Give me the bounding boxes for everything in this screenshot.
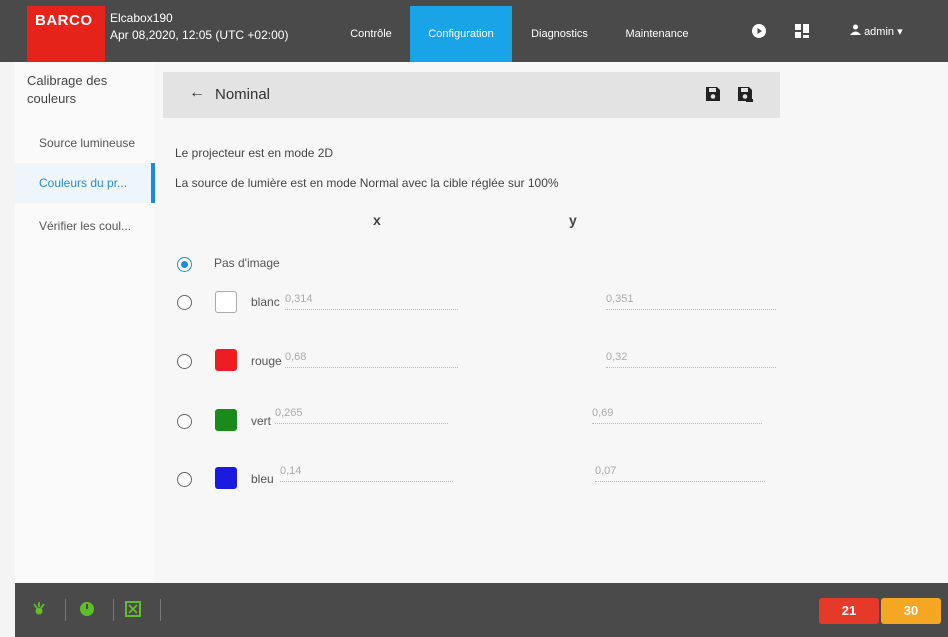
- column-header-x: x: [373, 212, 381, 228]
- chevron-down-icon: ▾: [897, 26, 903, 38]
- column-header-y: y: [569, 212, 577, 228]
- y-field-vert[interactable]: 0,69: [592, 404, 762, 424]
- user-icon: [850, 24, 864, 38]
- tab-maintenance[interactable]: Maintenance: [607, 6, 707, 62]
- save-as-icon[interactable]: [737, 86, 753, 102]
- radio-blanc[interactable]: [177, 295, 192, 310]
- barco-logo: BARCO: [27, 6, 105, 62]
- radio-vert[interactable]: [177, 414, 192, 429]
- radio-bleu[interactable]: [177, 472, 192, 487]
- x-field-rouge[interactable]: 0,68: [285, 348, 458, 368]
- color-swatch-bleu: [215, 467, 237, 489]
- no-image-label: Pas d'image: [214, 256, 280, 270]
- error-count-badge[interactable]: 21: [819, 598, 879, 624]
- sidebar-item-couleurs-du-projecteur[interactable]: Couleurs du pr...: [15, 163, 155, 203]
- tab-controle[interactable]: Contrôle: [332, 6, 410, 62]
- sidebar-item-verifier-les-couleurs[interactable]: Vérifier les coul...: [15, 206, 155, 246]
- light-source-info: La source de lumière est en mode Normal …: [175, 176, 559, 190]
- bottom-status-bar: 21 30: [15, 583, 948, 637]
- save-icon[interactable]: [705, 86, 721, 102]
- color-label-bleu: bleu: [251, 472, 274, 486]
- color-swatch-vert: [215, 409, 237, 431]
- color-label-blanc: blanc: [251, 295, 280, 309]
- light-source-status-icon[interactable]: [31, 601, 47, 617]
- projector-mode-info: Le projecteur est en mode 2D: [175, 146, 334, 160]
- y-field-bleu[interactable]: 0,07: [595, 462, 765, 482]
- sidebar-heading: Calibrage des couleurs: [27, 73, 108, 106]
- sidebar: Calibrage des couleurs Source lumineuse …: [15, 62, 155, 583]
- y-field-blanc[interactable]: 0,351: [606, 290, 776, 310]
- page-title: Nominal: [215, 86, 271, 103]
- layout-grid-icon[interactable]: [795, 24, 809, 40]
- x-field-vert[interactable]: 0,265: [275, 404, 448, 424]
- play-icon[interactable]: [752, 24, 766, 40]
- separator: [160, 599, 161, 621]
- radio-rouge[interactable]: [177, 354, 192, 369]
- device-name: Elcabox190: [110, 11, 173, 25]
- color-swatch-rouge: [215, 349, 237, 371]
- separator: [113, 599, 114, 621]
- main-content: ← Nominal Le projecteur est en mode 2D L…: [155, 62, 948, 583]
- system-status-icon[interactable]: [125, 601, 141, 617]
- user-menu[interactable]: admin ▾: [850, 24, 903, 39]
- separator: [65, 599, 66, 621]
- content-header: ← Nominal: [163, 72, 780, 118]
- warning-count-badge[interactable]: 30: [881, 598, 941, 624]
- x-field-bleu[interactable]: 0,14: [280, 462, 453, 482]
- color-label-rouge: rouge: [251, 354, 282, 368]
- color-label-vert: vert: [251, 414, 272, 428]
- y-field-rouge[interactable]: 0,32: [606, 348, 776, 368]
- power-status-icon[interactable]: [79, 601, 95, 617]
- x-field-blanc[interactable]: 0,314: [285, 290, 458, 310]
- tab-diagnostics[interactable]: Diagnostics: [512, 6, 607, 62]
- color-swatch-blanc: [215, 291, 237, 313]
- device-datetime: Apr 08,2020, 12:05 (UTC +02:00): [110, 28, 289, 42]
- back-arrow-icon[interactable]: ←: [189, 84, 205, 102]
- radio-no-image[interactable]: [177, 257, 192, 272]
- device-info: Elcabox190 Apr 08,2020, 12:05 (UTC +02:0…: [110, 10, 288, 44]
- user-name: admin: [864, 26, 895, 38]
- sidebar-item-source-lumineuse[interactable]: Source lumineuse: [15, 123, 155, 163]
- top-bar: BARCO Elcabox190 Apr 08,2020, 12:05 (UTC…: [0, 0, 948, 62]
- tab-configuration[interactable]: Configuration: [410, 6, 512, 62]
